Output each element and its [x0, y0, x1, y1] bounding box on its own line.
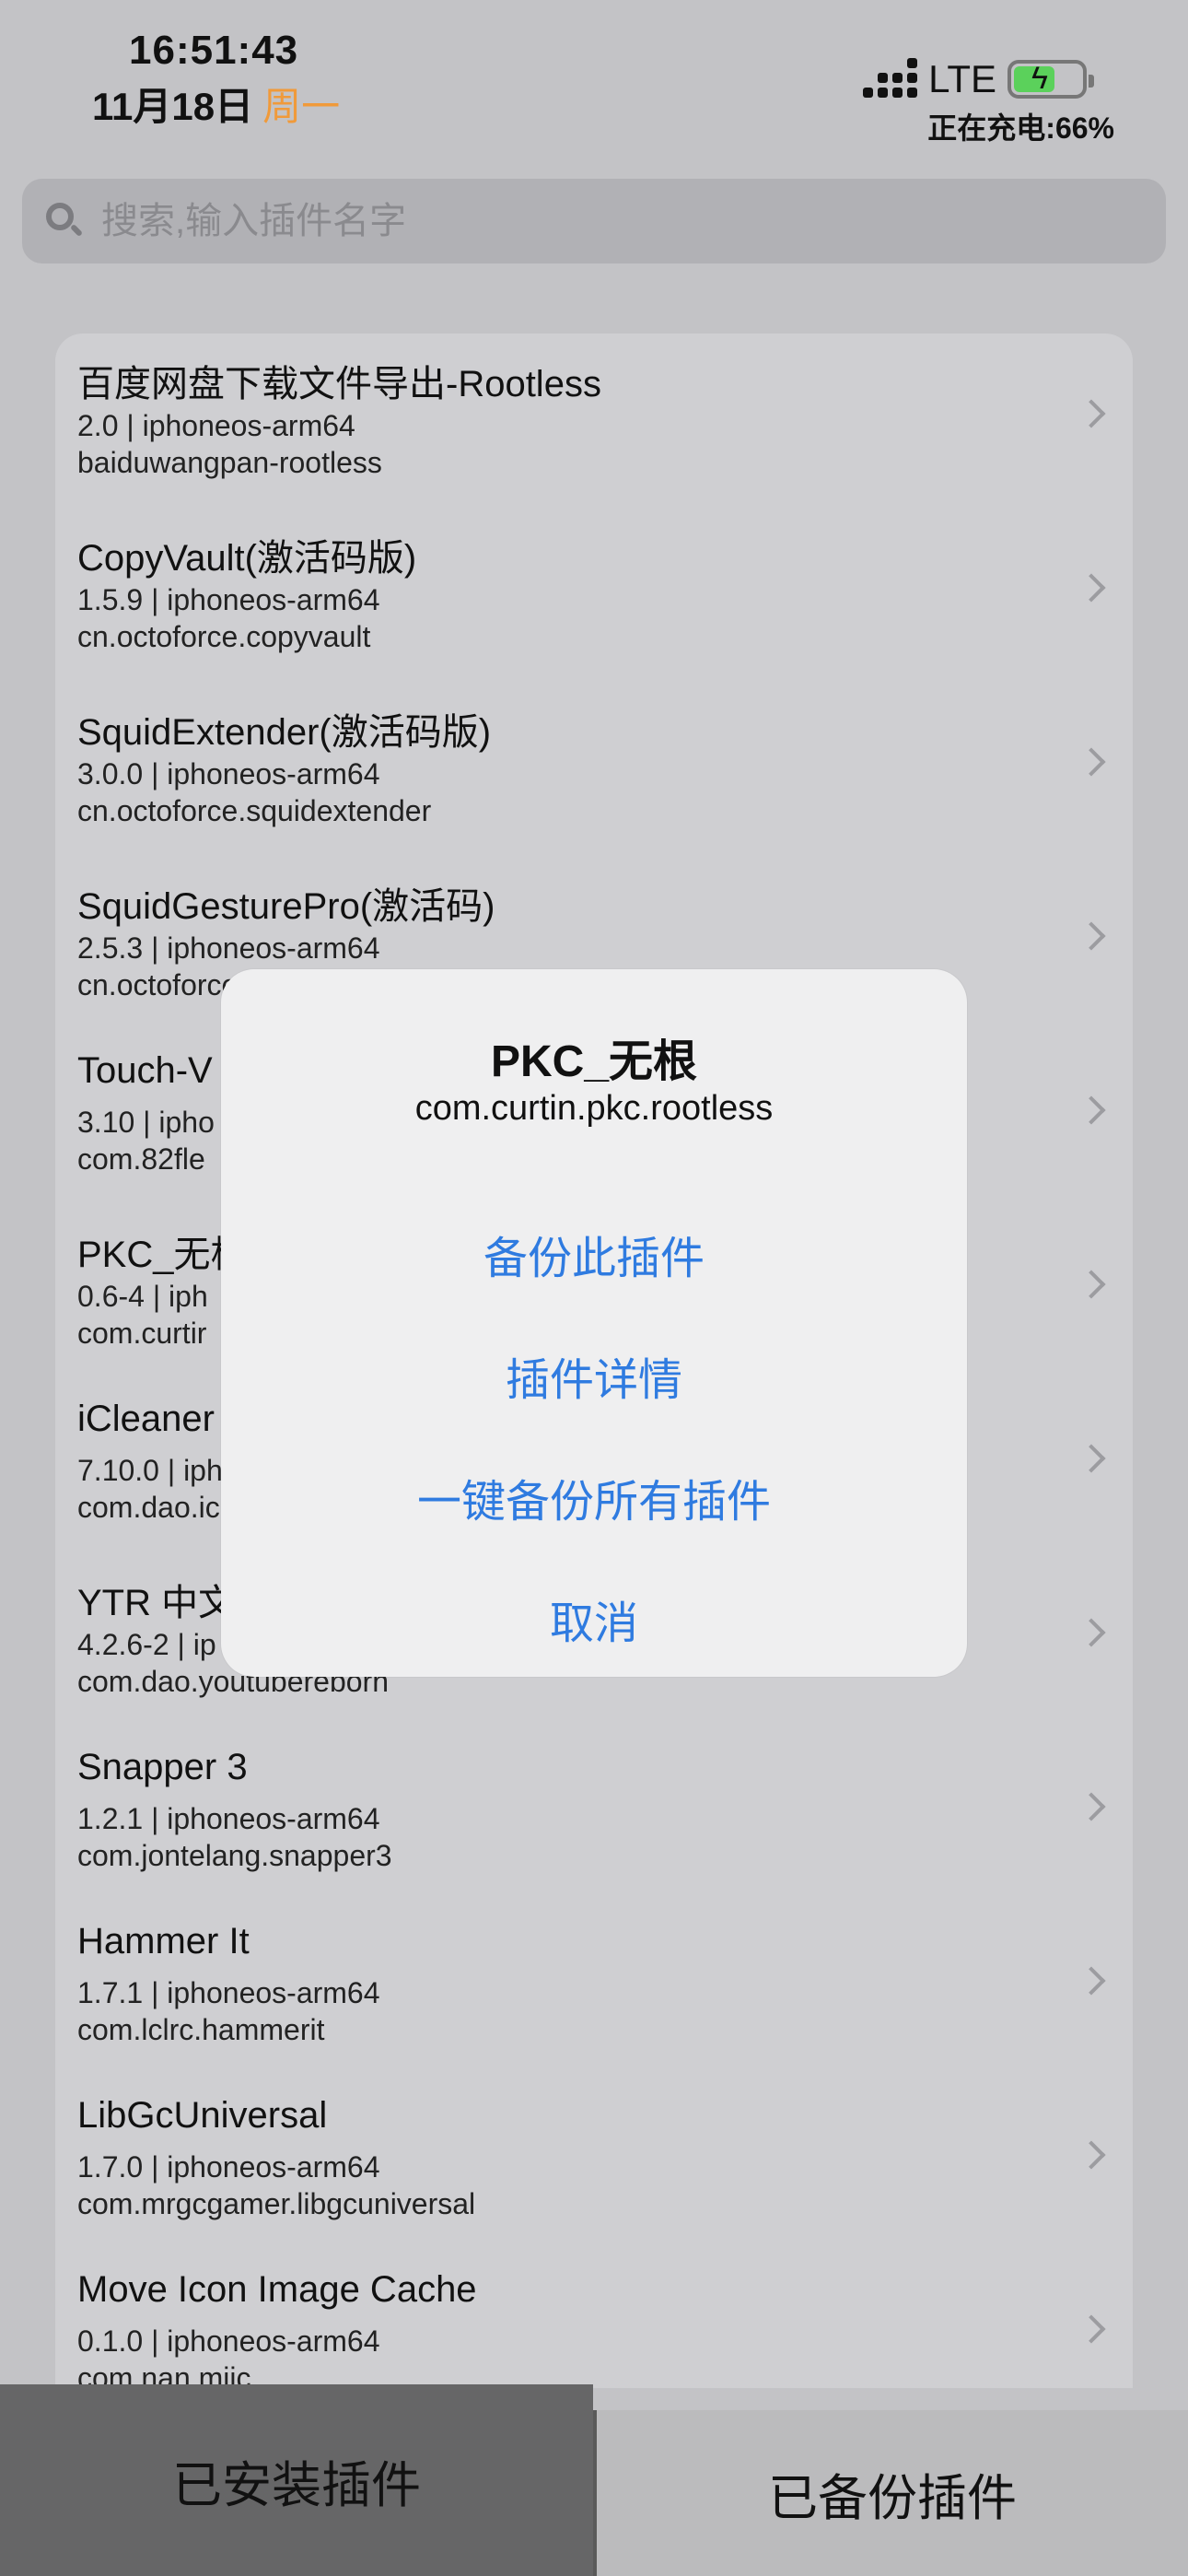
network-type: LTE — [928, 57, 996, 100]
plugin-row[interactable]: Move Icon Image Cache 0.1.0 | iphoneos-a… — [55, 2249, 1133, 2388]
plugin-meta: 1.7.0 | iphoneos-arm64 — [77, 2150, 380, 2184]
plugin-meta: 1.2.1 | iphoneos-arm64 — [77, 1802, 380, 1835]
backup-all-plugins-button[interactable]: 一键备份所有插件 — [221, 1465, 967, 1529]
plugin-id: com.dao.ic — [77, 1491, 220, 1524]
plugin-id: baiduwangpan-rootless — [77, 446, 382, 479]
plugin-title: SquidExtender(激活码版) — [77, 712, 492, 753]
plugin-title: Move Icon Image Cache — [77, 2269, 477, 2310]
plugin-id: com.mrgcgamer.libgcuniversal — [77, 2187, 476, 2220]
plugin-row[interactable]: Hammer It 1.7.1 | iphoneos-arm64 com.lcl… — [55, 1901, 1133, 2075]
dialog-subtitle: com.curtin.pkc.rootless — [414, 1089, 774, 1128]
chevron-right-icon — [1077, 399, 1106, 428]
plugin-id: cn.octoforce.copyvault — [77, 620, 371, 653]
chevron-right-icon — [1077, 1618, 1106, 1647]
plugin-title: Snapper 3 — [77, 1747, 248, 1787]
chevron-right-icon — [1077, 573, 1106, 603]
chevron-right-icon — [1077, 1792, 1106, 1821]
chevron-right-icon — [1077, 1270, 1106, 1299]
plugin-row[interactable]: LibGcUniversal 1.7.0 | iphoneos-arm64 co… — [55, 2075, 1133, 2249]
plugin-title: CopyVault(激活码版) — [77, 538, 417, 579]
plugin-id: cn.octoforce — [77, 968, 239, 1001]
plugin-id: com.82fle — [77, 1142, 205, 1176]
charging-bolt-icon: ϟ — [1031, 61, 1048, 96]
dialog-title: PKC_无根 — [490, 1037, 698, 1086]
plugin-title: Touch-V — [77, 1050, 213, 1091]
plugin-meta: 3.10 | ipho — [77, 1106, 215, 1139]
chevron-right-icon — [1077, 1095, 1106, 1125]
plugin-meta: 2.5.3 | iphoneos-arm64 — [77, 931, 380, 965]
tab-installed-plugins[interactable]: 已安装插件 — [0, 2384, 593, 2576]
plugin-row[interactable]: 百度网盘下载文件导出-Rootless 2.0 | iphoneos-arm64… — [55, 334, 1133, 508]
plugin-meta: 7.10.0 | iph — [77, 1454, 223, 1487]
plugin-title: Hammer It — [77, 1921, 250, 1961]
plugin-title: YTR 中文 — [77, 1583, 236, 1623]
search-icon — [46, 203, 84, 240]
plugin-title: LibGcUniversal — [77, 2095, 328, 2136]
cancel-button[interactable]: 取消 — [221, 1587, 967, 1651]
plugin-id: com.jontelang.snapper3 — [77, 1839, 392, 1872]
plugin-row[interactable]: SquidExtender(激活码版) 3.0.0 | iphoneos-arm… — [55, 682, 1133, 856]
plugin-details-button[interactable]: 插件详情 — [221, 1343, 967, 1408]
status-time: 16:51:43 — [129, 28, 299, 73]
bottom-tab-bar: 已安装插件 已备份插件 — [0, 2384, 1188, 2576]
status-weekday: 周一 — [262, 85, 341, 128]
plugin-meta: 0.1.0 | iphoneos-arm64 — [77, 2324, 380, 2358]
backup-plugin-button[interactable]: 备份此插件 — [221, 1222, 967, 1286]
plugin-meta: 2.0 | iphoneos-arm64 — [77, 409, 355, 442]
plugin-row[interactable]: CopyVault(激活码版) 1.5.9 | iphoneos-arm64 c… — [55, 508, 1133, 682]
status-date-text: 11月18日 — [92, 85, 254, 128]
battery-icon: ϟ — [1007, 60, 1094, 99]
search-input[interactable] — [99, 199, 1116, 243]
plugin-meta: 4.2.6-2 | ip — [77, 1628, 216, 1661]
chevron-right-icon — [1077, 747, 1106, 777]
plugin-meta: 1.7.1 | iphoneos-arm64 — [77, 1976, 380, 2009]
plugin-id: com.curtir — [77, 1317, 207, 1350]
chevron-right-icon — [1077, 1966, 1106, 1996]
chevron-right-icon — [1077, 2140, 1106, 2170]
plugin-id: com.lclrc.hammerit — [77, 2013, 325, 2046]
chevron-right-icon — [1077, 2314, 1106, 2344]
chevron-right-icon — [1077, 1444, 1106, 1473]
plugin-row[interactable]: Snapper 3 1.2.1 | iphoneos-arm64 com.jon… — [55, 1727, 1133, 1901]
plugin-title: 百度网盘下载文件导出-Rootless — [77, 364, 601, 404]
plugin-id: cn.octoforce.squidextender — [77, 794, 432, 827]
chevron-right-icon — [1077, 921, 1106, 951]
tab-backup-plugins[interactable]: 已备份插件 — [593, 2410, 1188, 2576]
plugin-action-dialog: PKC_无根 com.curtin.pkc.rootless 备份此插件 插件详… — [221, 969, 967, 1677]
status-date: 11月18日 周一 — [92, 76, 340, 132]
status-indicators: LTE ϟ — [863, 57, 1094, 101]
plugin-meta: 1.5.9 | iphoneos-arm64 — [77, 583, 380, 616]
search-bar[interactable] — [22, 179, 1166, 263]
cellular-signal-icon — [863, 58, 918, 98]
plugin-title: SquidGesturePro(激活码) — [77, 886, 495, 927]
charging-status: 正在充电:66% — [927, 111, 1114, 145]
plugin-meta: 3.0.0 | iphoneos-arm64 — [77, 757, 380, 790]
plugin-meta: 0.6-4 | iph — [77, 1280, 208, 1313]
plugin-title: iCleaner — [77, 1399, 215, 1439]
